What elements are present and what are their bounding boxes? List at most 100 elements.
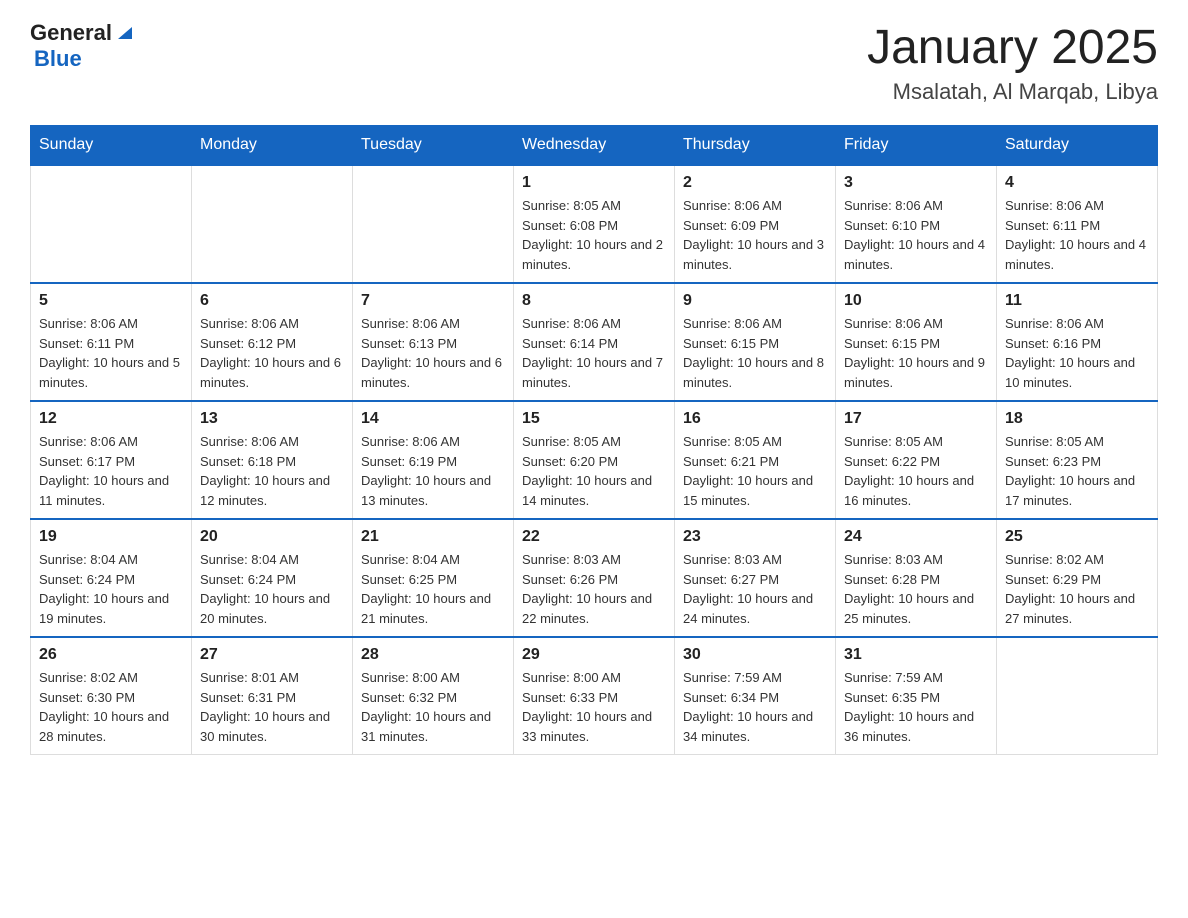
calendar-cell: 23 Sunrise: 8:03 AM Sunset: 6:27 PM Dayli… xyxy=(675,519,836,637)
calendar-cell: 1 Sunrise: 8:05 AM Sunset: 6:08 PM Daylig… xyxy=(514,165,675,283)
weekday-header-monday: Monday xyxy=(192,126,353,166)
calendar-cell xyxy=(353,165,514,283)
day-info: Sunrise: 8:04 AM Sunset: 6:24 PM Dayligh… xyxy=(39,550,183,628)
calendar-cell: 14 Sunrise: 8:06 AM Sunset: 6:19 PM Dayli… xyxy=(353,401,514,519)
calendar-cell: 3 Sunrise: 8:06 AM Sunset: 6:10 PM Daylig… xyxy=(836,165,997,283)
calendar-cell: 12Sunrise: 8:06 AM Sunset: 6:17 PM Dayli… xyxy=(31,401,192,519)
calendar-cell: 17 Sunrise: 8:05 AM Sunset: 6:22 PM Dayli… xyxy=(836,401,997,519)
day-info: Sunrise: 8:05 AM Sunset: 6:23 PM Dayligh… xyxy=(1005,432,1149,510)
calendar-cell: 25 Sunrise: 8:02 AM Sunset: 6:29 PM Dayli… xyxy=(997,519,1158,637)
day-number: 9 xyxy=(683,292,827,310)
day-number: 14 xyxy=(361,410,505,428)
day-info: Sunrise: 8:03 AM Sunset: 6:27 PM Dayligh… xyxy=(683,550,827,628)
day-number: 17 xyxy=(844,410,988,428)
calendar-subtitle: Msalatah, Al Marqab, Libya xyxy=(867,79,1158,105)
day-info: Sunrise: 8:00 AM Sunset: 6:33 PM Dayligh… xyxy=(522,668,666,746)
day-number: 6 xyxy=(200,292,344,310)
calendar-cell: 16 Sunrise: 8:05 AM Sunset: 6:21 PM Dayli… xyxy=(675,401,836,519)
day-number: 20 xyxy=(200,528,344,546)
day-number: 30 xyxy=(683,646,827,664)
page-header: General Blue January 2025 Msalatah, Al M… xyxy=(30,20,1158,105)
day-number: 18 xyxy=(1005,410,1149,428)
day-info: Sunrise: 8:04 AM Sunset: 6:25 PM Dayligh… xyxy=(361,550,505,628)
day-number: 8 xyxy=(522,292,666,310)
day-info: Sunrise: 8:06 AM Sunset: 6:12 PM Dayligh… xyxy=(200,314,344,392)
day-number: 15 xyxy=(522,410,666,428)
weekday-header-thursday: Thursday xyxy=(675,126,836,166)
calendar-cell: 7 Sunrise: 8:06 AM Sunset: 6:13 PM Daylig… xyxy=(353,283,514,401)
logo-general-text: General xyxy=(30,20,112,46)
calendar-title: January 2025 xyxy=(867,20,1158,75)
week-row-2: 5Sunrise: 8:06 AM Sunset: 6:11 PM Daylig… xyxy=(31,283,1158,401)
calendar-cell: 27Sunrise: 8:01 AM Sunset: 6:31 PM Dayli… xyxy=(192,637,353,755)
day-info: Sunrise: 7:59 AM Sunset: 6:34 PM Dayligh… xyxy=(683,668,827,746)
week-row-1: 1 Sunrise: 8:05 AM Sunset: 6:08 PM Daylig… xyxy=(31,165,1158,283)
day-info: Sunrise: 8:02 AM Sunset: 6:29 PM Dayligh… xyxy=(1005,550,1149,628)
calendar-table: SundayMondayTuesdayWednesdayThursdayFrid… xyxy=(30,125,1158,755)
calendar-cell: 21 Sunrise: 8:04 AM Sunset: 6:25 PM Dayli… xyxy=(353,519,514,637)
calendar-cell: 31 Sunrise: 7:59 AM Sunset: 6:35 PM Dayli… xyxy=(836,637,997,755)
day-info: Sunrise: 8:05 AM Sunset: 6:21 PM Dayligh… xyxy=(683,432,827,510)
weekday-header-wednesday: Wednesday xyxy=(514,126,675,166)
calendar-cell: 5Sunrise: 8:06 AM Sunset: 6:11 PM Daylig… xyxy=(31,283,192,401)
calendar-cell: 28 Sunrise: 8:00 AM Sunset: 6:32 PM Dayli… xyxy=(353,637,514,755)
day-info: Sunrise: 8:06 AM Sunset: 6:11 PM Dayligh… xyxy=(39,314,183,392)
day-number: 13 xyxy=(200,410,344,428)
calendar-cell: 8 Sunrise: 8:06 AM Sunset: 6:14 PM Daylig… xyxy=(514,283,675,401)
calendar-body: 1 Sunrise: 8:05 AM Sunset: 6:08 PM Daylig… xyxy=(31,165,1158,755)
calendar-cell: 19 Sunrise: 8:04 AM Sunset: 6:24 PM Dayli… xyxy=(31,519,192,637)
calendar-cell: 15Sunrise: 8:05 AM Sunset: 6:20 PM Dayli… xyxy=(514,401,675,519)
day-info: Sunrise: 8:06 AM Sunset: 6:15 PM Dayligh… xyxy=(844,314,988,392)
day-info: Sunrise: 8:06 AM Sunset: 6:11 PM Dayligh… xyxy=(1005,196,1149,274)
day-number: 3 xyxy=(844,174,988,192)
day-number: 24 xyxy=(844,528,988,546)
calendar-cell: 26Sunrise: 8:02 AM Sunset: 6:30 PM Dayli… xyxy=(31,637,192,755)
day-number: 10 xyxy=(844,292,988,310)
day-info: Sunrise: 8:00 AM Sunset: 6:32 PM Dayligh… xyxy=(361,668,505,746)
logo: General Blue xyxy=(30,20,136,72)
day-info: Sunrise: 8:06 AM Sunset: 6:15 PM Dayligh… xyxy=(683,314,827,392)
day-number: 4 xyxy=(1005,174,1149,192)
day-number: 25 xyxy=(1005,528,1149,546)
weekday-header-friday: Friday xyxy=(836,126,997,166)
day-number: 31 xyxy=(844,646,988,664)
calendar-cell: 18 Sunrise: 8:05 AM Sunset: 6:23 PM Dayli… xyxy=(997,401,1158,519)
day-number: 23 xyxy=(683,528,827,546)
calendar-cell: 22Sunrise: 8:03 AM Sunset: 6:26 PM Dayli… xyxy=(514,519,675,637)
calendar-cell: 20Sunrise: 8:04 AM Sunset: 6:24 PM Dayli… xyxy=(192,519,353,637)
day-number: 16 xyxy=(683,410,827,428)
day-info: Sunrise: 8:06 AM Sunset: 6:10 PM Dayligh… xyxy=(844,196,988,274)
day-number: 27 xyxy=(200,646,344,664)
day-info: Sunrise: 8:06 AM Sunset: 6:14 PM Dayligh… xyxy=(522,314,666,392)
day-number: 22 xyxy=(522,528,666,546)
day-info: Sunrise: 8:05 AM Sunset: 6:08 PM Dayligh… xyxy=(522,196,666,274)
weekday-header-tuesday: Tuesday xyxy=(353,126,514,166)
calendar-cell: 6 Sunrise: 8:06 AM Sunset: 6:12 PM Daylig… xyxy=(192,283,353,401)
day-info: Sunrise: 8:06 AM Sunset: 6:13 PM Dayligh… xyxy=(361,314,505,392)
day-info: Sunrise: 7:59 AM Sunset: 6:35 PM Dayligh… xyxy=(844,668,988,746)
day-number: 21 xyxy=(361,528,505,546)
day-number: 29 xyxy=(522,646,666,664)
week-row-5: 26Sunrise: 8:02 AM Sunset: 6:30 PM Dayli… xyxy=(31,637,1158,755)
calendar-cell: 29 Sunrise: 8:00 AM Sunset: 6:33 PM Dayli… xyxy=(514,637,675,755)
day-number: 7 xyxy=(361,292,505,310)
day-info: Sunrise: 8:06 AM Sunset: 6:19 PM Dayligh… xyxy=(361,432,505,510)
logo-blue-text: Blue xyxy=(34,46,82,72)
calendar-cell: 30 Sunrise: 7:59 AM Sunset: 6:34 PM Dayli… xyxy=(675,637,836,755)
calendar-cell: 13 Sunrise: 8:06 AM Sunset: 6:18 PM Dayli… xyxy=(192,401,353,519)
day-info: Sunrise: 8:03 AM Sunset: 6:28 PM Dayligh… xyxy=(844,550,988,628)
day-number: 1 xyxy=(522,174,666,192)
day-number: 19 xyxy=(39,528,183,546)
day-info: Sunrise: 8:06 AM Sunset: 6:18 PM Dayligh… xyxy=(200,432,344,510)
day-number: 28 xyxy=(361,646,505,664)
weekday-header-row: SundayMondayTuesdayWednesdayThursdayFrid… xyxy=(31,126,1158,166)
calendar-cell: 24 Sunrise: 8:03 AM Sunset: 6:28 PM Dayli… xyxy=(836,519,997,637)
day-info: Sunrise: 8:05 AM Sunset: 6:22 PM Dayligh… xyxy=(844,432,988,510)
day-number: 11 xyxy=(1005,292,1149,310)
day-info: Sunrise: 8:06 AM Sunset: 6:16 PM Dayligh… xyxy=(1005,314,1149,392)
title-section: January 2025 Msalatah, Al Marqab, Libya xyxy=(867,20,1158,105)
calendar-cell xyxy=(997,637,1158,755)
calendar-header: SundayMondayTuesdayWednesdayThursdayFrid… xyxy=(31,126,1158,166)
week-row-3: 12Sunrise: 8:06 AM Sunset: 6:17 PM Dayli… xyxy=(31,401,1158,519)
day-info: Sunrise: 8:06 AM Sunset: 6:17 PM Dayligh… xyxy=(39,432,183,510)
